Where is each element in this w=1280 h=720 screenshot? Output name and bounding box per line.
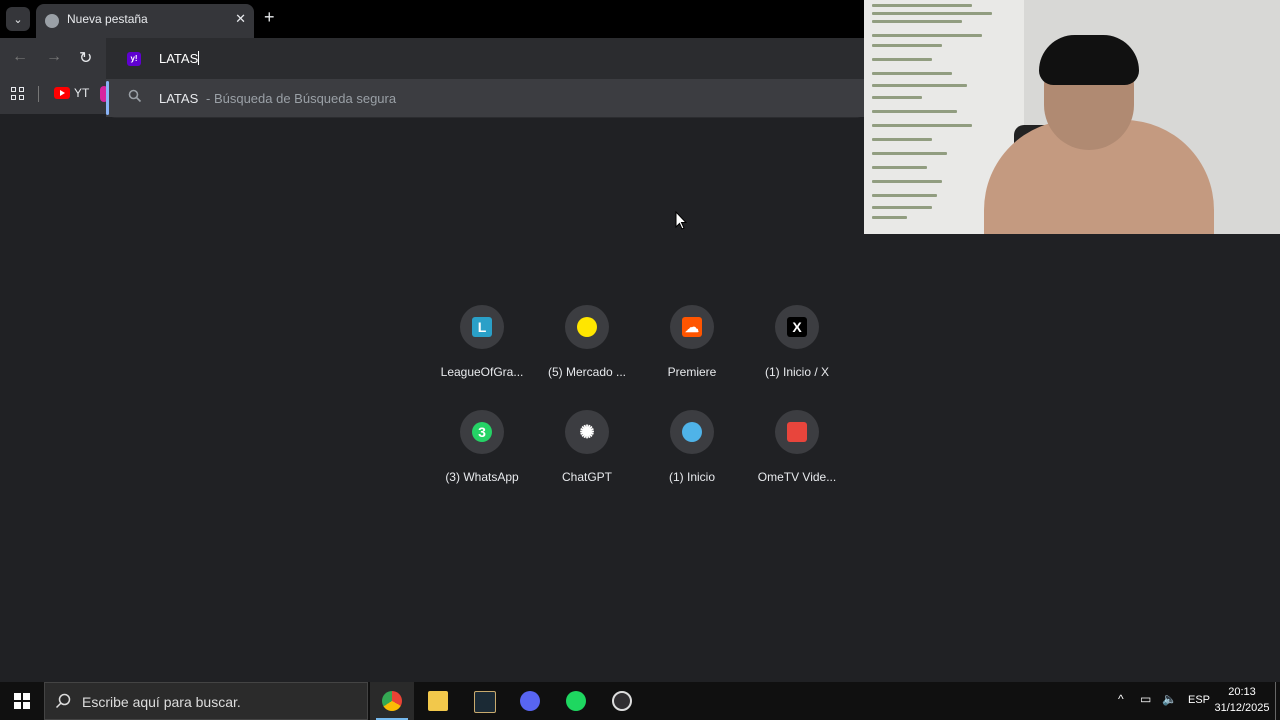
shortcut-label: (3) WhatsApp [445, 470, 519, 484]
show-desktop-button[interactable] [1275, 682, 1276, 720]
close-icon[interactable]: ✕ [235, 11, 246, 27]
tab-new-tab[interactable]: Nueva pestaña ✕ [36, 4, 254, 38]
shortcut-icon-bg: X [775, 305, 819, 349]
search-icon [55, 693, 71, 709]
ometv-icon [787, 422, 807, 442]
shortcut-icon-bg: ✺ [565, 410, 609, 454]
reload-button[interactable]: ↻ [79, 48, 92, 68]
shortcut-label: OmeTV Vide... [757, 470, 837, 484]
shortcut-chatgpt[interactable]: ✺ ChatGPT [537, 410, 637, 510]
shortcut-ometv[interactable]: OmeTV Vide... [747, 410, 847, 510]
handshake-icon [682, 422, 702, 442]
tab-title: Nueva pestaña [67, 12, 148, 26]
obs-icon [612, 691, 632, 711]
taskbar: Escribe aquí para buscar. ^ ▭ 🔈 ESP 20:1… [0, 682, 1280, 720]
x-logo-icon: X [787, 317, 807, 337]
shortcut-leagueofgraphs[interactable]: L LeagueOfGra... [432, 305, 532, 405]
apps-grid-icon[interactable] [11, 87, 25, 101]
shortcut-label: (5) Mercado ... [547, 365, 627, 379]
clock-time[interactable]: 20:13 [1218, 686, 1266, 698]
shortcut-label: (1) Inicio / X [764, 365, 830, 379]
windows-start-icon[interactable] [14, 693, 30, 709]
mouse-cursor-icon [675, 211, 687, 230]
tab-search-button[interactable]: ⌄ [6, 7, 30, 31]
globe-icon [45, 14, 59, 28]
taskbar-search[interactable]: Escribe aquí para buscar. [44, 682, 368, 720]
address-bar[interactable]: y! LATAS [106, 38, 866, 78]
chatgpt-icon: ✺ [579, 422, 595, 442]
taskbar-league-client[interactable] [462, 682, 506, 720]
soundcloud-icon: ☁ [682, 317, 702, 337]
leagueofgraphs-icon: L [472, 317, 492, 337]
whatsapp-icon: 3 [472, 422, 492, 442]
chrome-icon [382, 691, 402, 711]
network-icon[interactable]: ▭ [1140, 692, 1151, 706]
taskbar-file-explorer[interactable] [416, 682, 460, 720]
search-icon [128, 89, 142, 103]
suggestion-row[interactable]: LATAS - Búsqueda de Búsqueda segura [106, 79, 866, 117]
search-placeholder: Escribe aquí para buscar. [82, 694, 241, 710]
shortcut-x[interactable]: X (1) Inicio / X [747, 305, 847, 405]
suggestion-query: LATAS [159, 91, 199, 106]
shortcut-premiere[interactable]: ☁ Premiere [642, 305, 742, 405]
shortcut-whatsapp[interactable]: 3 (3) WhatsApp [432, 410, 532, 510]
shortcut-icon-bg: 3 [460, 410, 504, 454]
shortcut-label: Premiere [667, 365, 717, 379]
bookmark-separator [38, 86, 39, 102]
taskbar-discord[interactable] [508, 682, 552, 720]
omnibox-dropdown: y! LATAS LATAS - Búsqueda de Búsqueda se… [106, 38, 866, 118]
spotify-icon [566, 691, 586, 711]
webcam-overlay [864, 0, 1280, 234]
shortcut-icon-bg: L [460, 305, 504, 349]
chevron-up-icon[interactable]: ^ [1118, 692, 1124, 706]
back-button[interactable]: ← [12, 48, 28, 66]
forward-button[interactable]: → [46, 48, 62, 66]
shortcut-label: (1) Inicio [668, 470, 715, 484]
discord-icon [520, 691, 540, 711]
address-input[interactable]: LATAS [159, 51, 200, 66]
yahoo-search-icon: y! [127, 52, 141, 66]
shortcut-label: ChatGPT [561, 470, 612, 484]
folder-icon [428, 691, 448, 711]
bookmarks-bar: YT [0, 80, 108, 114]
selection-indicator [106, 81, 109, 115]
suggestion-description: - Búsqueda de Búsqueda segura [206, 91, 397, 106]
shortcut-icon-bg: ☁ [670, 305, 714, 349]
shortcut-icon-bg [565, 305, 609, 349]
new-tab-button[interactable]: + [264, 7, 275, 28]
league-icon [474, 691, 496, 713]
youtube-icon[interactable] [54, 87, 70, 99]
volume-icon[interactable]: 🔈 [1162, 692, 1177, 706]
shortcut-label: LeagueOfGra... [440, 365, 524, 379]
clock-date[interactable]: 31/12/2025 [1214, 702, 1270, 714]
streamer-hair [1039, 35, 1139, 85]
language-indicator[interactable]: ESP [1188, 694, 1210, 706]
shortcut-icon-bg [775, 410, 819, 454]
taskbar-spotify[interactable] [554, 682, 598, 720]
mercadolibre-icon [577, 317, 597, 337]
shortcut-mercado-libre[interactable]: (5) Mercado ... [537, 305, 637, 405]
shortcut-icon-bg [670, 410, 714, 454]
taskbar-obs[interactable] [600, 682, 644, 720]
bookmark-youtube[interactable]: YT [74, 86, 89, 100]
taskbar-chrome[interactable] [370, 682, 414, 720]
shortcut-inicio[interactable]: (1) Inicio [642, 410, 742, 510]
